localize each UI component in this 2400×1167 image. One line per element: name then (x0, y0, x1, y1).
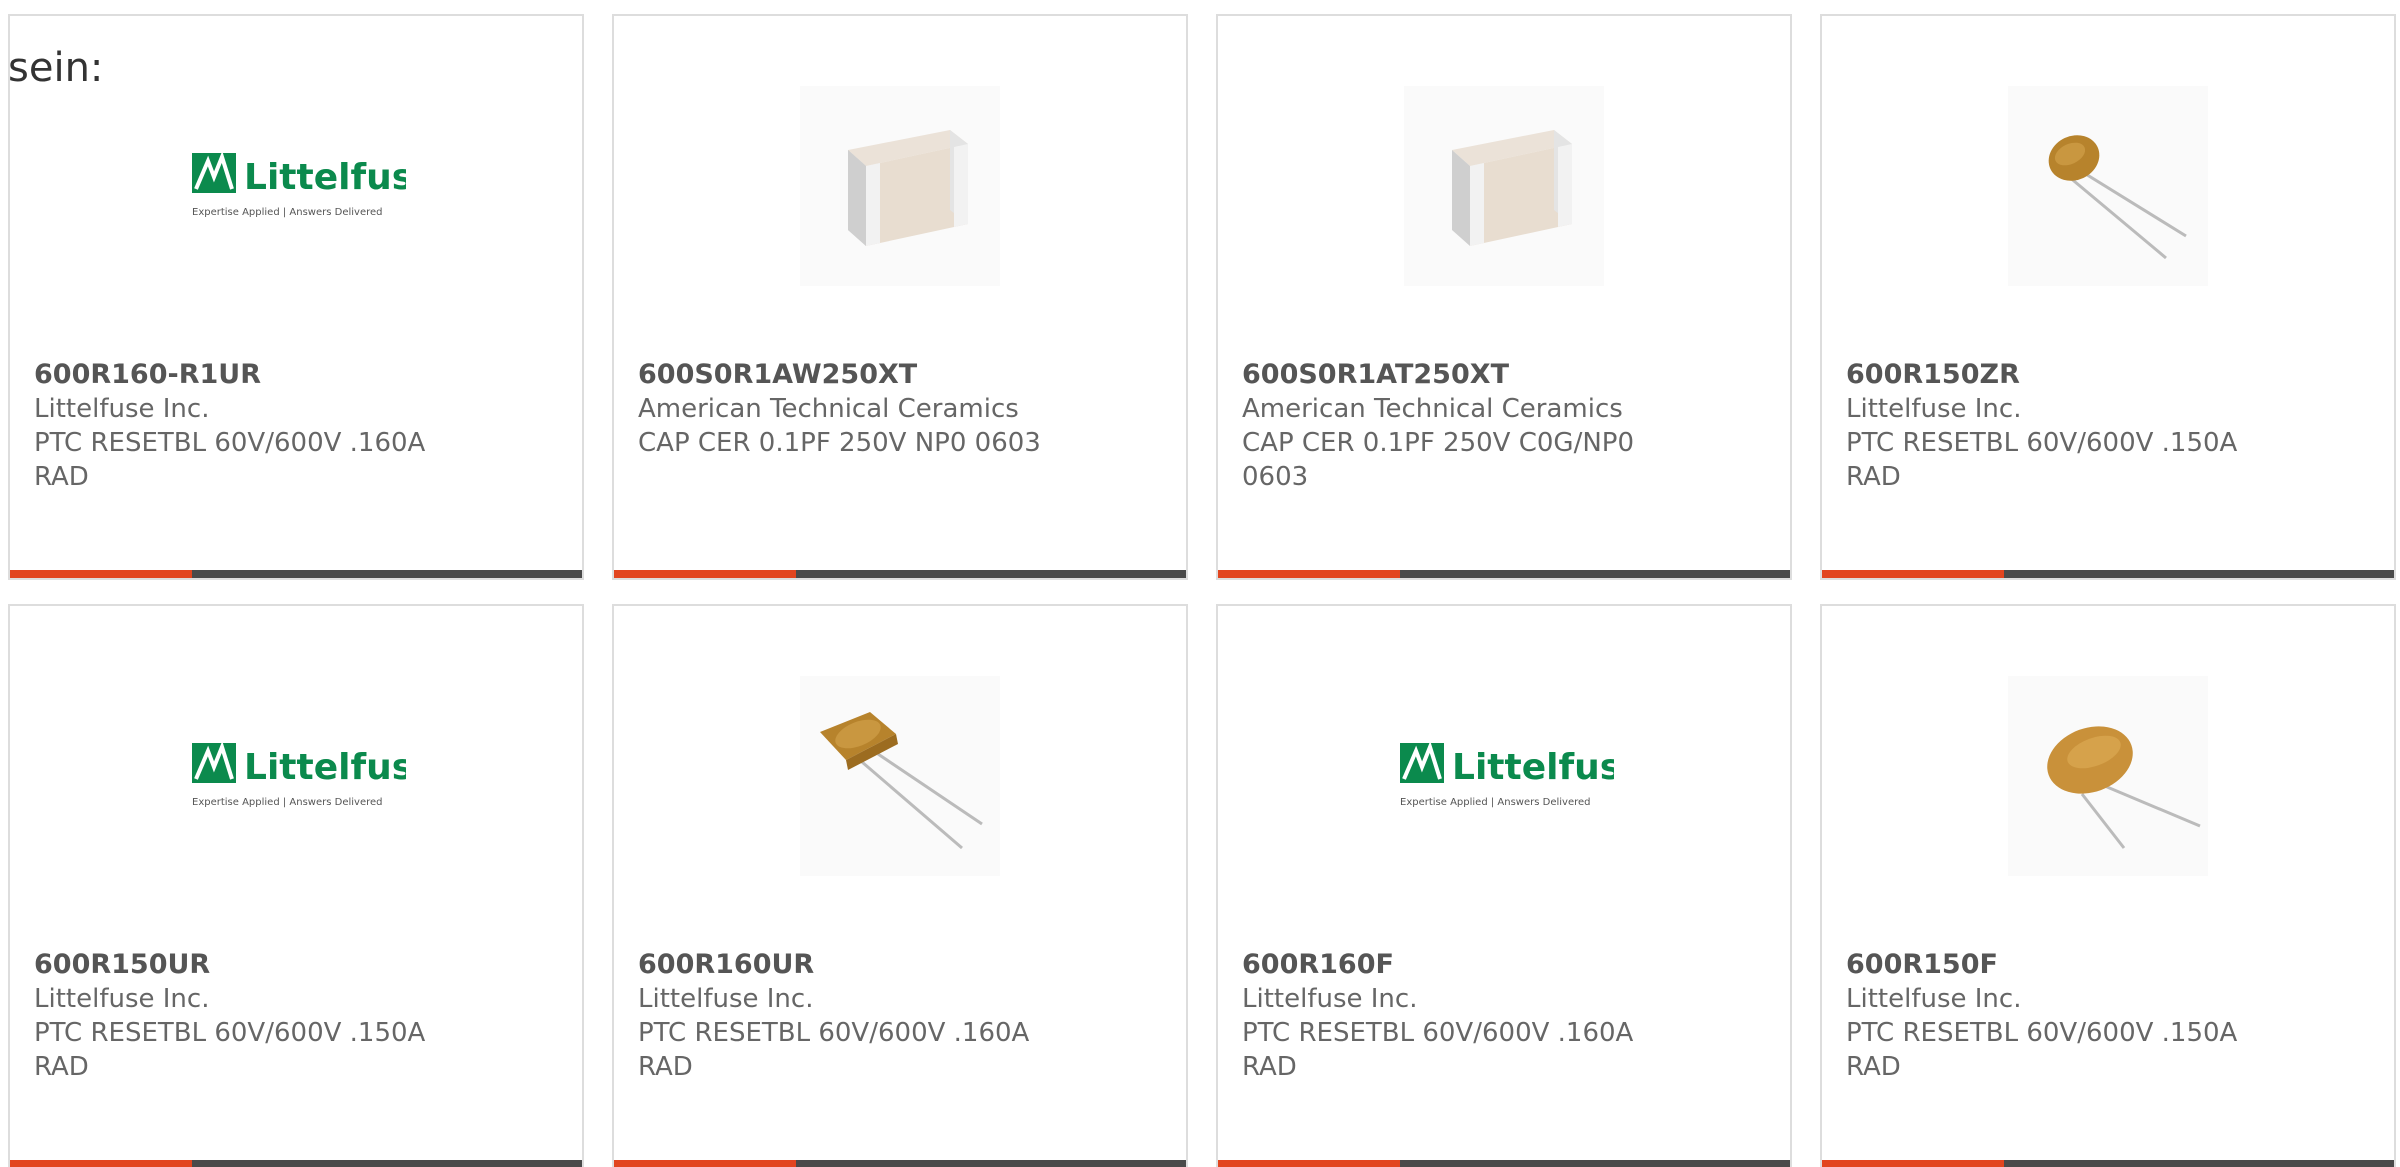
description-line: 0603 (1242, 462, 1309, 492)
part-number[interactable]: 600R150F (1846, 948, 1998, 982)
radial-ptc-fuse-icon (2008, 86, 2208, 286)
manufacturer: Littelfuse Inc. (1846, 394, 2022, 424)
description: PTC RESETBL 60V/600V .160A RAD (1242, 1016, 1662, 1084)
littelfuse-logo-icon: Littelfuse Expertise Applied | Answers D… (1400, 741, 1614, 808)
description-line: PTC RESETBL 60V/600V .160A (34, 428, 426, 458)
product-image[interactable] (1218, 86, 1790, 286)
product-image[interactable] (1822, 676, 2394, 876)
product-card[interactable]: Littelfuse Expertise Applied | Answers D… (8, 604, 584, 1167)
description-line: RAD (1242, 1052, 1297, 1082)
manufacturer: American Technical Ceramics (638, 394, 1019, 424)
product-grid: Littelfuse Expertise Applied | Answers D… (8, 14, 2400, 1167)
manufacturer: Littelfuse Inc. (1242, 984, 1418, 1014)
part-number[interactable]: 600R150ZR (1846, 358, 2020, 392)
card-bar-accent (10, 1160, 192, 1167)
manufacturer: Littelfuse Inc. (638, 984, 814, 1014)
description-line: PTC RESETBL 60V/600V .160A (638, 1018, 1030, 1048)
product-image[interactable] (614, 86, 1186, 286)
product-card[interactable]: 600R160UR Littelfuse Inc. PTC RESETBL 60… (612, 604, 1188, 1167)
card-bar-accent (1822, 1160, 2004, 1167)
product-card[interactable]: 600R150ZR Littelfuse Inc. PTC RESETBL 60… (1820, 14, 2396, 580)
description: CAP CER 0.1PF 250V NP0 0603 (638, 426, 1058, 460)
description-line: RAD (638, 1052, 693, 1082)
part-number[interactable]: 600R160F (1242, 948, 1394, 982)
product-image[interactable] (1822, 86, 2394, 286)
card-bar-accent (614, 570, 796, 578)
description-line: PTC RESETBL 60V/600V .160A (1242, 1018, 1634, 1048)
radial-ptc-fuse-icon (2008, 676, 2208, 876)
intro-text: sein: (8, 45, 104, 91)
product-card[interactable]: 600R150F Littelfuse Inc. PTC RESETBL 60V… (1820, 604, 2396, 1167)
manufacturer: Littelfuse Inc. (1846, 984, 2022, 1014)
ceramic-capacitor-icon (800, 86, 1000, 286)
logo-brand: Littelfuse (244, 747, 406, 788)
description: PTC RESETBL 60V/600V .150A RAD (1846, 426, 2266, 494)
product-card[interactable]: 600S0R1AW250XT American Technical Cerami… (612, 14, 1188, 580)
description-line: RAD (34, 462, 89, 492)
description: PTC RESETBL 60V/600V .160A RAD (638, 1016, 1058, 1084)
part-number[interactable]: 600S0R1AW250XT (638, 358, 917, 392)
logo-brand: Littelfuse (1452, 747, 1614, 788)
description: PTC RESETBL 60V/600V .160A RAD (34, 426, 454, 494)
card-bar-accent (10, 570, 192, 578)
card-bar-accent (1822, 570, 2004, 578)
part-number[interactable]: 600S0R1AT250XT (1242, 358, 1509, 392)
logo-tagline: Expertise Applied | Answers Delivered (192, 797, 383, 808)
description: CAP CER 0.1PF 250V C0G/NP0 0603 (1242, 426, 1662, 494)
description-line: PTC RESETBL 60V/600V .150A (1846, 428, 2238, 458)
product-image[interactable]: Littelfuse Expertise Applied | Answers D… (1218, 676, 1790, 876)
description: PTC RESETBL 60V/600V .150A RAD (34, 1016, 454, 1084)
card-bar-accent (1218, 570, 1400, 578)
manufacturer: American Technical Ceramics (1242, 394, 1623, 424)
description-line: CAP CER 0.1PF 250V C0G/NP0 (1242, 428, 1634, 458)
description: PTC RESETBL 60V/600V .150A RAD (1846, 1016, 2266, 1084)
description-line: PTC RESETBL 60V/600V .150A (1846, 1018, 2238, 1048)
part-number[interactable]: 600R160-R1UR (34, 358, 261, 392)
logo-tagline: Expertise Applied | Answers Delivered (192, 207, 383, 218)
logo-brand: Littelfuse (244, 157, 406, 198)
description-line: PTC RESETBL 60V/600V .150A (34, 1018, 426, 1048)
manufacturer: Littelfuse Inc. (34, 394, 210, 424)
littelfuse-logo-icon: Littelfuse Expertise Applied | Answers D… (192, 741, 406, 808)
product-image[interactable]: Littelfuse Expertise Applied | Answers D… (10, 676, 582, 876)
logo-tagline: Expertise Applied | Answers Delivered (1400, 797, 1591, 808)
product-card[interactable]: 600S0R1AT250XT American Technical Cerami… (1216, 14, 1792, 580)
card-bar-accent (614, 1160, 796, 1167)
description-line: CAP CER 0.1PF 250V NP0 0603 (638, 428, 1041, 458)
part-number[interactable]: 600R160UR (638, 948, 814, 982)
ceramic-capacitor-icon (1404, 86, 1604, 286)
radial-ptc-fuse-icon (800, 676, 1000, 876)
description-line: RAD (1846, 1052, 1901, 1082)
littelfuse-logo-icon: Littelfuse Expertise Applied | Answers D… (192, 151, 406, 218)
product-image[interactable]: Littelfuse Expertise Applied | Answers D… (10, 86, 582, 286)
product-card[interactable]: Littelfuse Expertise Applied | Answers D… (1216, 604, 1792, 1167)
card-bar-accent (1218, 1160, 1400, 1167)
part-number[interactable]: 600R150UR (34, 948, 210, 982)
product-card[interactable]: Littelfuse Expertise Applied | Answers D… (8, 14, 584, 580)
manufacturer: Littelfuse Inc. (34, 984, 210, 1014)
description-line: RAD (1846, 462, 1901, 492)
product-image[interactable] (614, 676, 1186, 876)
description-line: RAD (34, 1052, 89, 1082)
